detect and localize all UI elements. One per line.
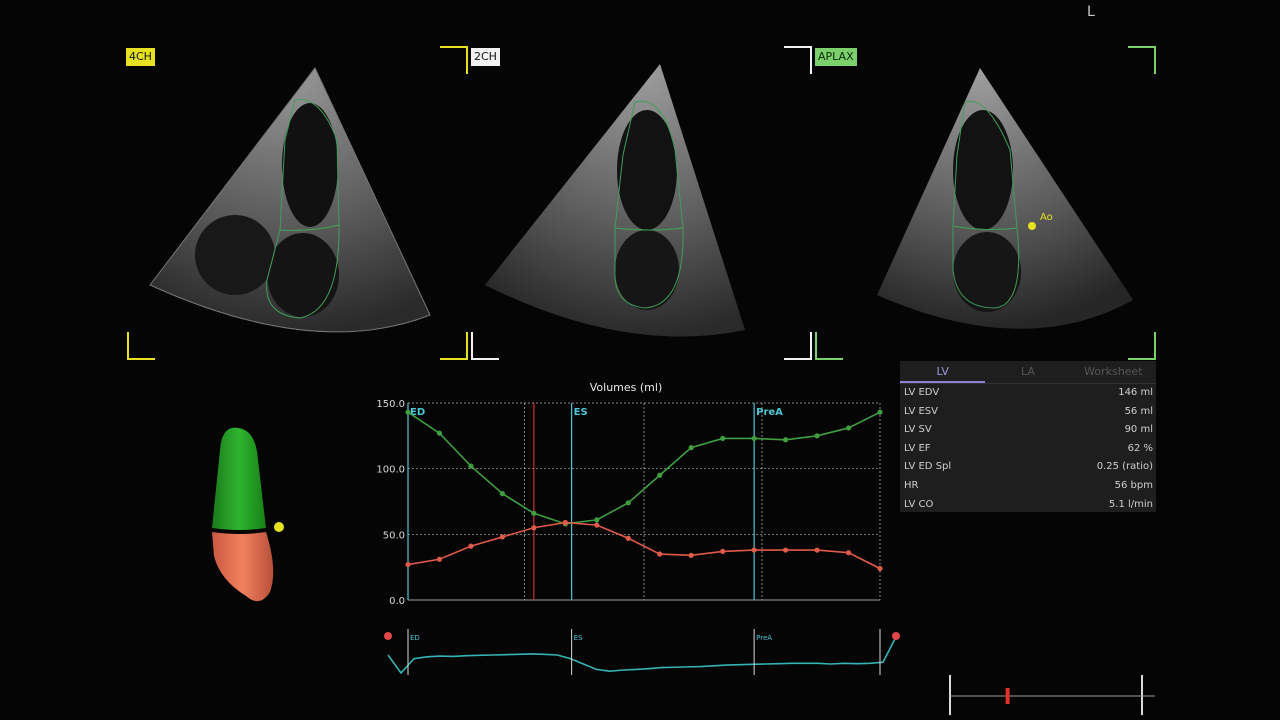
result-row: LV ED Spl 0.25 (ratio) — [900, 458, 1156, 477]
series-point-0 — [405, 409, 411, 415]
ecg-strip[interactable]: ED ES PreA — [380, 625, 905, 680]
ecg-event-label: ES — [574, 634, 583, 642]
result-name: LV ED Spl — [904, 461, 952, 473]
series-point-0 — [436, 430, 443, 436]
series-point-1 — [594, 522, 600, 528]
series-point-1 — [531, 525, 537, 531]
y-tick-label: 150.0 — [376, 399, 405, 410]
ecg-event-label: PreA — [756, 634, 772, 642]
volumes-chart[interactable]: Volumes (ml) 0.0 50.0 100.0 150.0 ED ES PreA — [360, 375, 890, 615]
chart-title: Volumes (ml) — [590, 381, 663, 394]
aortic-marker-label: Ao — [1040, 212, 1053, 223]
results-panel: LV LA Worksheet LV EDV 146 ml LV ESV 56 ml… — [900, 361, 1156, 512]
results-tabs: LV LA Worksheet — [900, 361, 1156, 384]
tab-lv[interactable]: LV — [900, 361, 986, 383]
echo-view-4ch[interactable] — [145, 60, 435, 350]
result-name: LV EDV — [904, 387, 940, 398]
series-point-0 — [468, 463, 474, 469]
y-tick-label: 0.0 — [389, 596, 405, 607]
series-point-0 — [877, 409, 883, 415]
result-value: 56 bpm — [1114, 479, 1153, 491]
result-value: 5.1 l/min — [1108, 498, 1153, 510]
series-point-1 — [657, 551, 663, 557]
view-corner-2ch-tr — [784, 46, 812, 74]
echo-view-aplax[interactable] — [875, 60, 1165, 350]
series-point-0 — [814, 433, 820, 439]
ecg-end-handle — [892, 632, 900, 640]
timeline-scrubber[interactable] — [945, 672, 1160, 718]
result-value: 146 ml — [1118, 387, 1153, 398]
series-point-1 — [468, 543, 474, 549]
series-point-1 — [688, 552, 694, 558]
result-row: LV CO 5.1 l/min — [900, 496, 1156, 515]
tab-la[interactable]: LA — [985, 361, 1070, 383]
result-row: LV SV 90 ml — [900, 421, 1156, 440]
y-tick-label: 50.0 — [383, 530, 405, 541]
result-row: LV EF 62 % — [900, 440, 1156, 459]
timeline-handle[interactable] — [1005, 688, 1010, 704]
ecg-event-label: ED — [410, 634, 420, 642]
series-point-0 — [531, 510, 537, 516]
result-row: LV EDV 146 ml — [900, 384, 1156, 403]
series-point-0 — [625, 500, 631, 506]
series-point-0 — [594, 517, 600, 523]
series-point-0 — [783, 437, 789, 443]
result-value: 62 % — [1127, 442, 1153, 454]
view-label-aplax[interactable]: APLAX — [815, 48, 857, 66]
series-point-0 — [688, 445, 694, 451]
result-name: LV EF — [904, 442, 931, 454]
series-point-1 — [845, 550, 852, 556]
series-point-0 — [845, 425, 852, 431]
series-point-1 — [751, 547, 757, 553]
series-point-1 — [814, 547, 820, 553]
result-value: 90 ml — [1124, 424, 1153, 436]
result-name: LV SV — [904, 424, 932, 436]
series-point-1 — [877, 565, 883, 572]
view-corner-2ch-br — [784, 332, 812, 360]
series-point-1 — [436, 556, 443, 562]
view-corner-4ch-tr — [440, 46, 468, 74]
lv-3d-model[interactable] — [200, 420, 300, 610]
ecg-trace — [387, 636, 897, 675]
result-value: 56 ml — [1124, 405, 1153, 417]
view-corner-aplax-bl — [815, 332, 843, 360]
result-name: HR — [904, 479, 919, 491]
tab-worksheet[interactable]: Worksheet — [1071, 361, 1156, 383]
view-corner-4ch-br — [440, 332, 468, 360]
series-point-0 — [720, 435, 726, 442]
y-tick-label: 100.0 — [376, 465, 405, 476]
result-value: 0.25 (ratio) — [1096, 461, 1153, 473]
series-point-1 — [625, 535, 631, 541]
result-row: HR 56 bpm — [900, 477, 1156, 496]
series-point-1 — [783, 547, 789, 553]
series-point-0 — [657, 472, 663, 478]
result-row: LV ESV 56 ml — [900, 403, 1156, 422]
series-point-0 — [499, 491, 505, 497]
series-point-1 — [720, 548, 726, 555]
result-name: LV CO — [904, 498, 934, 510]
series-line-1 — [407, 521, 881, 570]
series-point-0 — [751, 435, 757, 442]
series-point-1 — [499, 534, 505, 540]
event-marker-label: PreA — [756, 407, 783, 418]
ecg-start-handle — [384, 632, 392, 640]
result-name: LV ESV — [904, 405, 938, 417]
series-point-1 — [562, 519, 568, 526]
event-marker-label: ED — [410, 407, 425, 418]
results-list: LV EDV 146 ml LV ESV 56 ml LV SV 90 ml LV E… — [900, 384, 1156, 514]
series-point-1 — [405, 561, 411, 568]
event-marker-label: ES — [574, 407, 588, 418]
echo-view-2ch[interactable] — [485, 60, 775, 350]
orientation-marker: L — [1087, 4, 1095, 20]
